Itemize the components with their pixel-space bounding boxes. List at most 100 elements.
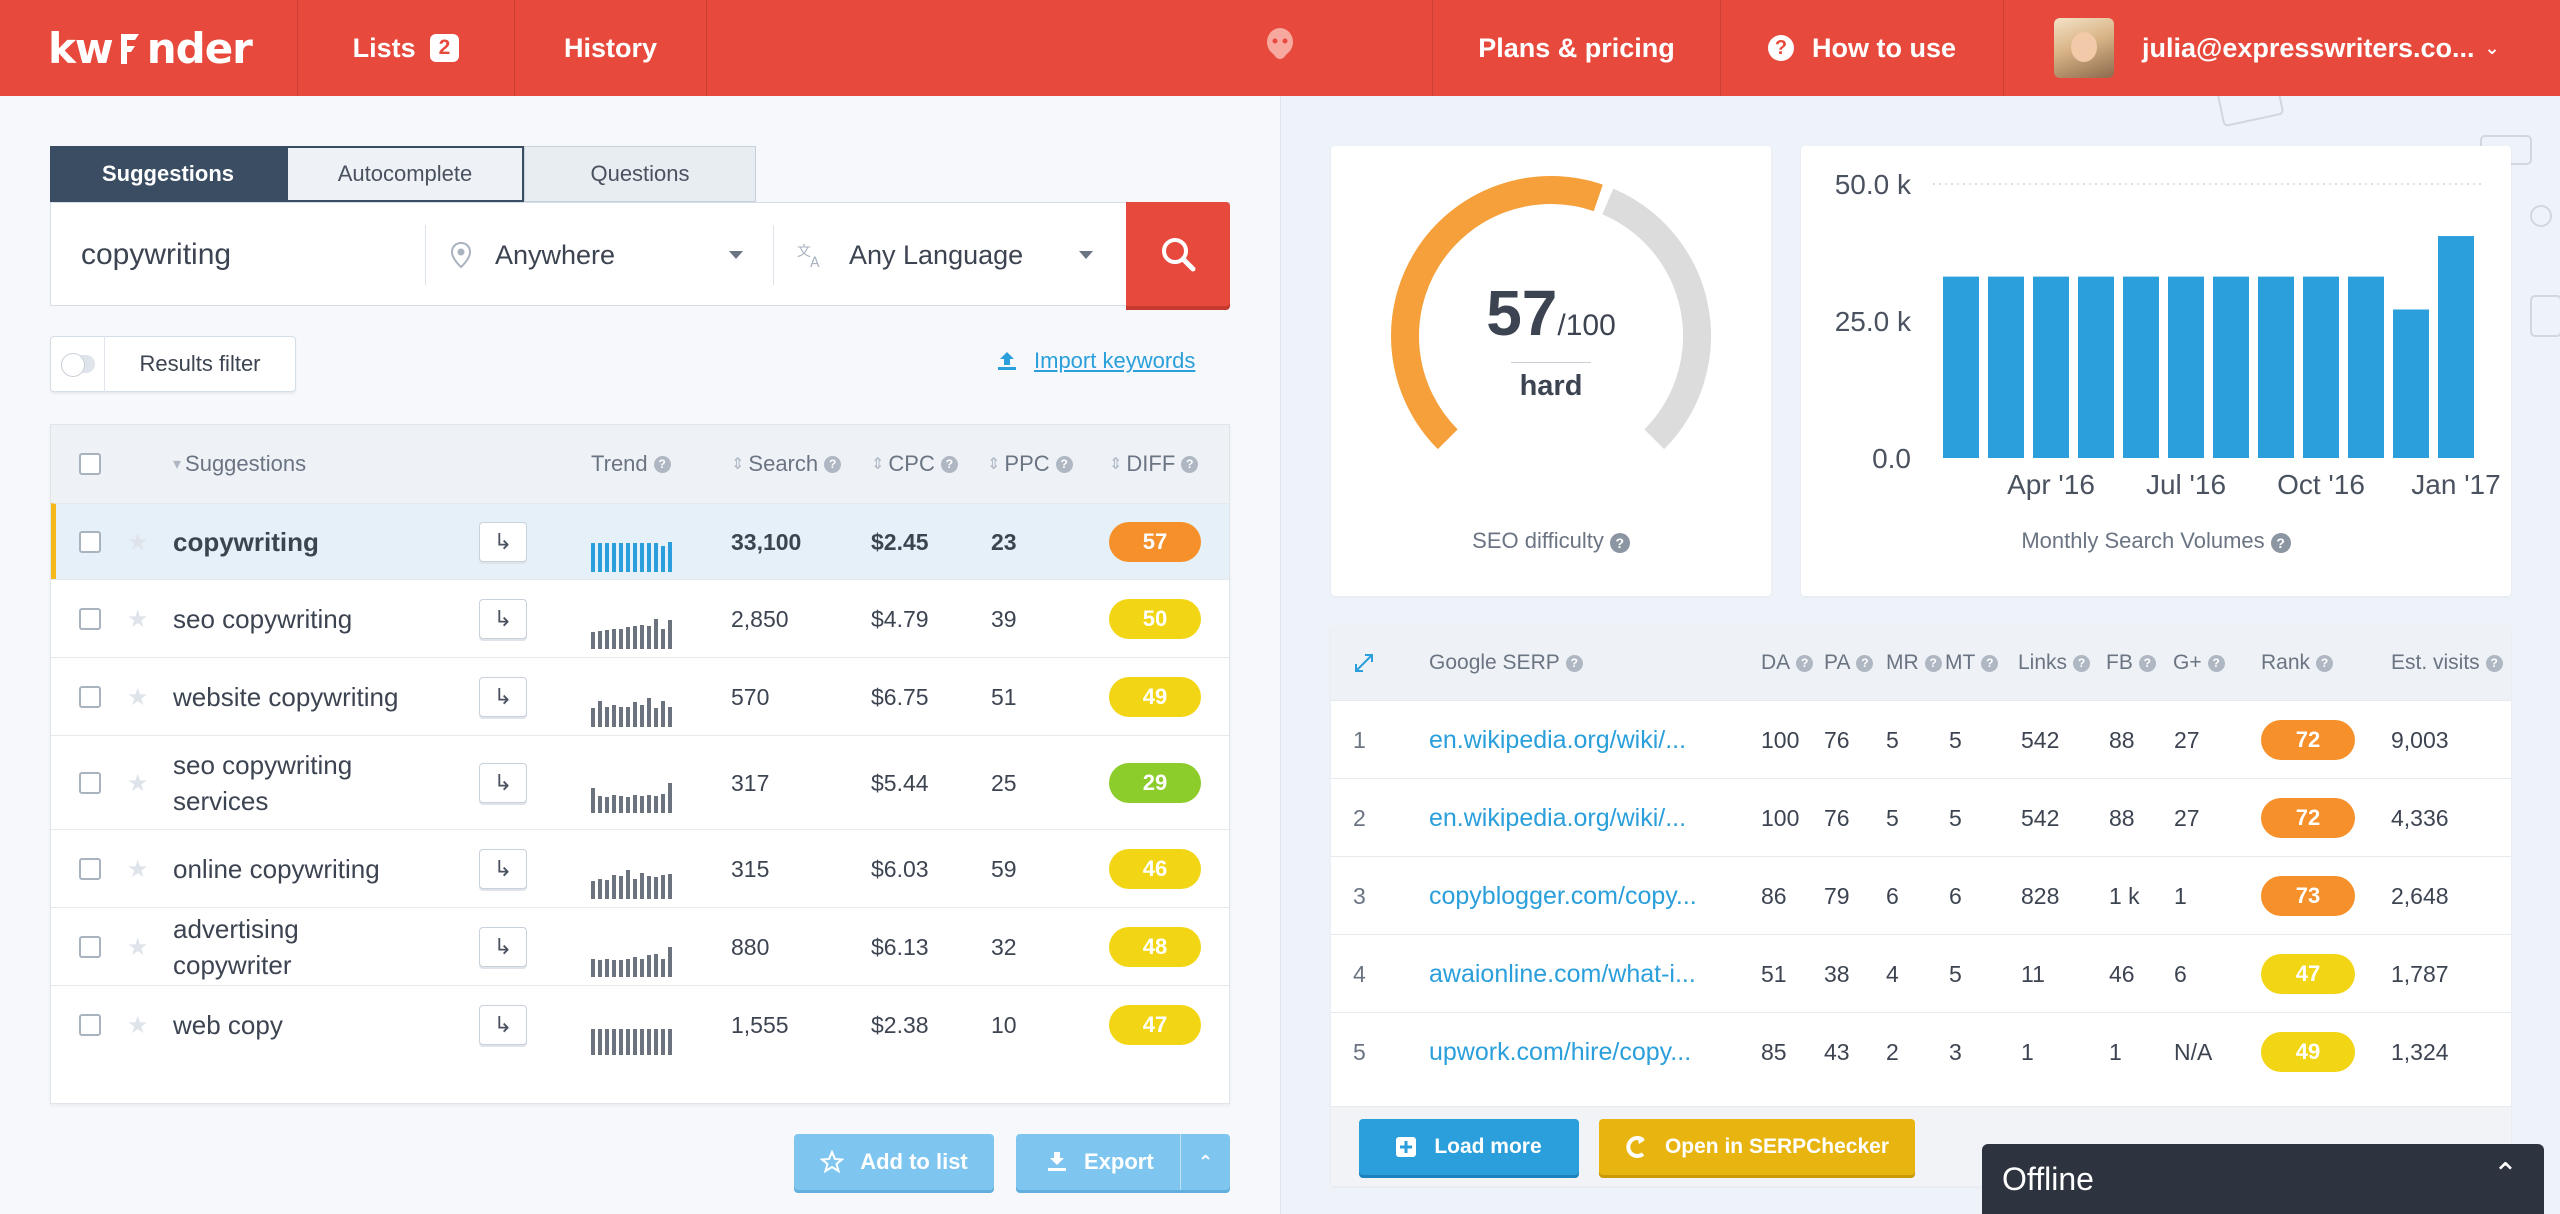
- serp-row[interactable]: 5 upwork.com/hire/copy... 85 43 2 3 1 1 N/A 49 1,3…: [1331, 1012, 2511, 1090]
- reuse-keyword-button[interactable]: ↳: [479, 580, 527, 658]
- table-row[interactable]: ★ copywriting ↳ 33,100 $2.45 23 57: [51, 503, 1229, 580]
- volume-bar[interactable]: [2123, 276, 2159, 458]
- nav-plans-pricing[interactable]: Plans & pricing: [1432, 0, 1720, 96]
- nav-lists[interactable]: Lists 2: [297, 0, 514, 96]
- table-row[interactable]: ★ seo copywriting ↳ 2,850 $4.79 39 50: [51, 579, 1229, 658]
- user-menu[interactable]: julia@expresswriters.co... ⌄: [2003, 0, 2560, 96]
- row-checkbox[interactable]: [79, 736, 101, 830]
- reuse-keyword-button[interactable]: ↳: [479, 736, 527, 830]
- keyword-text[interactable]: online copywriting: [173, 830, 380, 908]
- help-icon[interactable]: ?: [1181, 455, 1199, 473]
- offline-chat-widget[interactable]: Offline ⌃: [1982, 1144, 2544, 1214]
- help-icon[interactable]: ?: [653, 455, 671, 473]
- nav-how-to-use[interactable]: ? How to use: [1720, 0, 2003, 96]
- results-filter-toggle[interactable]: Results filter: [50, 336, 296, 392]
- row-checkbox[interactable]: [79, 986, 101, 1064]
- favorite-star-icon[interactable]: ★: [127, 830, 149, 908]
- table-row[interactable]: ★ website copywriting ↳ 570 $6.75 51 49: [51, 657, 1229, 736]
- search-button[interactable]: [1126, 202, 1230, 306]
- reuse-keyword-button[interactable]: ↳: [479, 658, 527, 736]
- keyword-text[interactable]: seo copywriting services: [173, 736, 393, 830]
- keyword-text[interactable]: copywriting: [173, 504, 319, 580]
- help-icon[interactable]: ?: [1565, 654, 1583, 672]
- column-header-diff[interactable]: ⇕ DIFF?: [1109, 425, 1199, 503]
- help-icon[interactable]: ?: [1796, 654, 1814, 672]
- open-in-serpchecker-button[interactable]: Open in SERPChecker: [1599, 1119, 1915, 1175]
- column-header-cpc[interactable]: ⇕ CPC?: [871, 425, 958, 503]
- export-button[interactable]: Export: [1084, 1149, 1154, 1175]
- keyword-text[interactable]: web copy: [173, 986, 283, 1064]
- favorite-star-icon[interactable]: ★: [127, 580, 149, 658]
- add-to-list-button[interactable]: Add to list: [794, 1134, 994, 1190]
- volume-bar[interactable]: [2168, 276, 2204, 458]
- kwfinder-logo[interactable]: kw nder: [48, 22, 253, 74]
- volume-bar[interactable]: [2438, 236, 2474, 458]
- row-checkbox[interactable]: [79, 830, 101, 908]
- table-row[interactable]: ★ web copy ↳ 1,555 $2.38 10 47: [51, 985, 1229, 1064]
- serp-row[interactable]: 4 awaionline.com/what-i... 51 38 4 5 11 46 6 47 1,…: [1331, 934, 2511, 1012]
- help-icon[interactable]: ?: [2485, 654, 2503, 672]
- volume-bar[interactable]: [2033, 276, 2069, 458]
- favorite-star-icon[interactable]: ★: [127, 658, 149, 736]
- volume-bar[interactable]: [2078, 276, 2114, 458]
- tab-questions[interactable]: Questions: [524, 146, 756, 202]
- favorite-star-icon[interactable]: ★: [127, 736, 149, 830]
- volume-bar[interactable]: [2213, 276, 2249, 458]
- table-row[interactable]: ★ online copywriting ↳ 315 $6.03 59 46: [51, 829, 1229, 908]
- row-checkbox[interactable]: [79, 580, 101, 658]
- volume-bar[interactable]: [2258, 276, 2294, 458]
- serp-row[interactable]: 3 copyblogger.com/copy... 86 79 6 6 828 1 k 1 73 2…: [1331, 856, 2511, 934]
- volume-bar[interactable]: [1943, 276, 1979, 458]
- location-dropdown[interactable]: Anywhere: [451, 203, 801, 307]
- language-dropdown[interactable]: 文A Any Language: [797, 203, 1127, 307]
- help-icon[interactable]: ?: [824, 455, 842, 473]
- serp-url-link[interactable]: awaionline.com/what-i...: [1429, 935, 1696, 1013]
- load-more-button[interactable]: Load more: [1359, 1119, 1579, 1175]
- help-icon[interactable]: ?: [2207, 654, 2225, 672]
- reuse-keyword-button[interactable]: ↳: [479, 830, 527, 908]
- reuse-keyword-button[interactable]: ↳: [479, 986, 527, 1064]
- export-menu-chevron-up-icon[interactable]: ⌃: [1180, 1134, 1230, 1190]
- volume-bar[interactable]: [2348, 276, 2384, 458]
- volume-bar[interactable]: [2393, 309, 2429, 458]
- serp-url-link[interactable]: copyblogger.com/copy...: [1429, 857, 1697, 935]
- column-header-search[interactable]: ⇕ Search?: [731, 425, 842, 503]
- help-icon[interactable]: ?: [1856, 654, 1874, 672]
- favorite-star-icon[interactable]: ★: [127, 986, 149, 1064]
- help-icon[interactable]: ?: [2316, 654, 2334, 672]
- table-row[interactable]: ★ seo copywriting services ↳ 317 $5.44 25 29: [51, 735, 1229, 830]
- help-icon[interactable]: ?: [940, 455, 958, 473]
- serp-url-link[interactable]: en.wikipedia.org/wiki/...: [1429, 779, 1686, 857]
- serp-url-link[interactable]: en.wikipedia.org/wiki/...: [1429, 701, 1686, 779]
- keyword-input[interactable]: copywriting: [81, 203, 421, 307]
- keyword-text[interactable]: seo copywriting: [173, 580, 352, 658]
- column-header-ppc[interactable]: ⇕ PPC?: [987, 425, 1073, 503]
- row-checkbox[interactable]: [79, 658, 101, 736]
- keyword-text[interactable]: advertising copywriter: [173, 908, 393, 986]
- reuse-keyword-button[interactable]: ↳: [479, 908, 527, 986]
- table-row[interactable]: ★ advertising copywriter ↳ 880 $6.13 32 48: [51, 907, 1229, 986]
- serp-url-link[interactable]: upwork.com/hire/copy...: [1429, 1013, 1691, 1091]
- help-icon[interactable]: ?: [2138, 654, 2156, 672]
- reuse-keyword-button[interactable]: ↳: [479, 504, 527, 580]
- nav-history[interactable]: History: [514, 0, 707, 96]
- help-icon[interactable]: ?: [1055, 455, 1073, 473]
- help-icon[interactable]: ?: [2073, 654, 2091, 672]
- expand-icon[interactable]: [1353, 626, 1375, 700]
- tab-autocomplete[interactable]: Autocomplete: [286, 146, 524, 202]
- help-icon[interactable]: ?: [1609, 533, 1630, 553]
- serp-row[interactable]: 2 en.wikipedia.org/wiki/... 100 76 5 5 542 88 27…: [1331, 778, 2511, 856]
- row-checkbox[interactable]: [79, 908, 101, 986]
- keyword-text[interactable]: website copywriting: [173, 658, 398, 736]
- column-header-suggestions[interactable]: ▾ Suggestions: [173, 425, 306, 503]
- filter-switch[interactable]: [51, 336, 105, 392]
- volume-bar[interactable]: [2303, 276, 2339, 458]
- row-checkbox[interactable]: [79, 504, 101, 580]
- select-all-checkbox[interactable]: [79, 425, 101, 503]
- help-icon[interactable]: ?: [1924, 654, 1942, 672]
- tab-suggestions[interactable]: Suggestions: [50, 146, 286, 202]
- help-icon[interactable]: ?: [1981, 654, 1999, 672]
- favorite-star-icon[interactable]: ★: [127, 908, 149, 986]
- volume-bar[interactable]: [1988, 276, 2024, 458]
- chevron-up-icon[interactable]: ⌃: [2493, 1160, 2518, 1190]
